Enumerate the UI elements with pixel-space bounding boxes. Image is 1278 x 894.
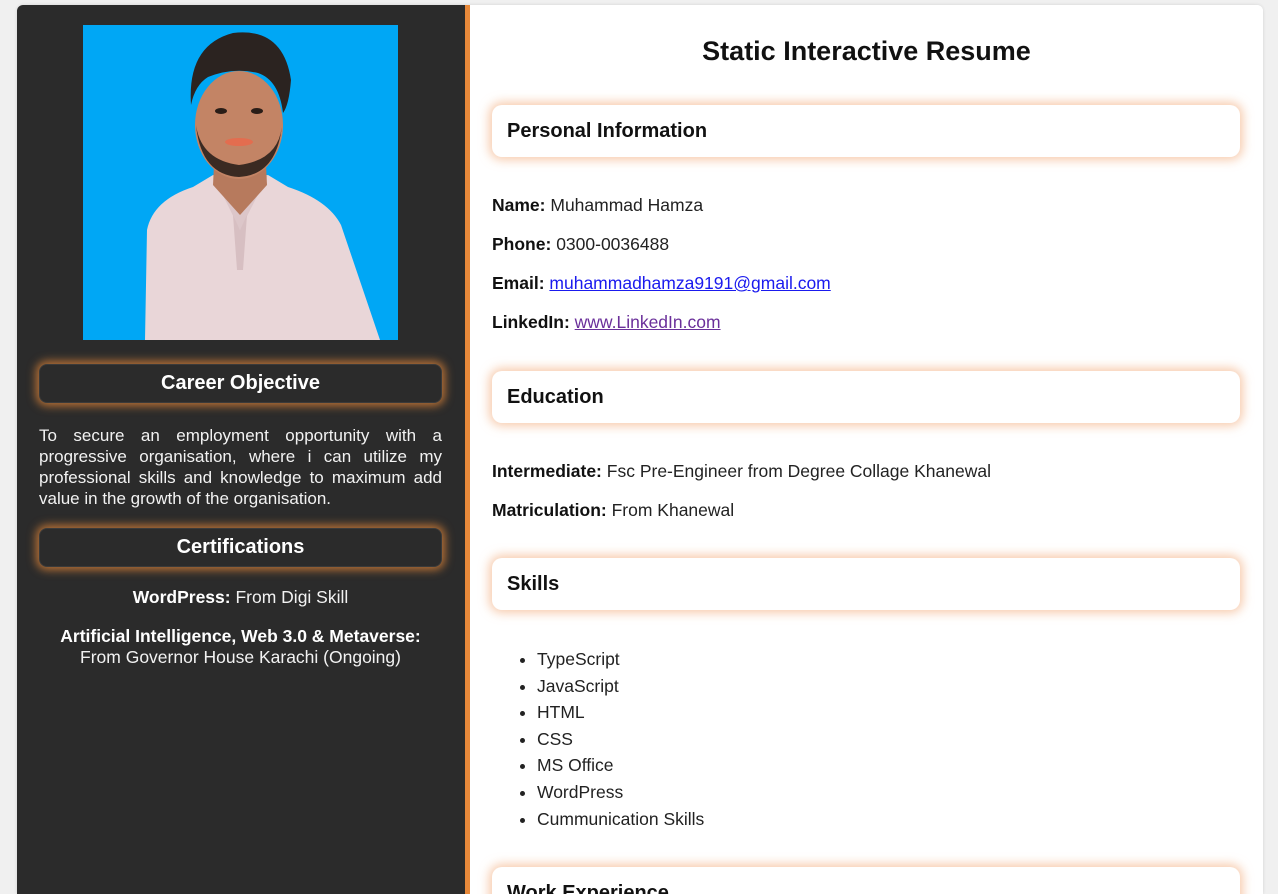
education-item: Matriculation: From Khanewal <box>492 500 734 521</box>
certification-item: WordPress: From Digi Skill <box>39 587 442 608</box>
career-objective-heading: Career Objective <box>39 364 442 403</box>
work-experience-heading: Work Experience <box>492 867 1240 894</box>
certification-value: From Governor House Karachi (Ongoing) <box>80 647 401 667</box>
certification-label: Artificial Intelligence, Web 3.0 & Metav… <box>60 626 421 646</box>
email-label: Email: <box>492 273 545 293</box>
linkedin-link[interactable]: www.LinkedIn.com <box>575 312 721 332</box>
education-label: Intermediate: <box>492 461 602 481</box>
sidebar: Career Objective To secure an employment… <box>17 5 470 894</box>
certification-item: Artificial Intelligence, Web 3.0 & Metav… <box>39 626 442 668</box>
phone-value: 0300-0036488 <box>556 234 670 254</box>
skills-heading: Skills <box>492 558 1240 610</box>
education-value: Fsc Pre-Engineer from Degree Collage Kha… <box>606 461 991 481</box>
list-item: WordPress <box>537 779 704 806</box>
phone-line: Phone: 0300-0036488 <box>492 234 669 255</box>
email-link[interactable]: muhammadhamza9191@gmail.com <box>549 273 830 293</box>
phone-label: Phone: <box>492 234 552 254</box>
certifications-heading: Certifications <box>39 528 442 567</box>
list-item: MS Office <box>537 752 704 779</box>
certifications-heading-text: Certifications <box>176 536 305 558</box>
name-label: Name: <box>492 195 546 215</box>
profile-photo <box>83 25 398 340</box>
skills-list: TypeScript JavaScript HTML CSS MS Office… <box>514 646 704 832</box>
list-item: TypeScript <box>537 646 704 673</box>
career-objective-text: To secure an employment opportunity with… <box>39 426 442 508</box>
name-value: Muhammad Hamza <box>550 195 704 215</box>
certification-value: From Digi Skill <box>235 587 349 607</box>
career-objective-heading-text: Career Objective <box>161 372 320 394</box>
list-item: Cummunication Skills <box>537 806 704 833</box>
personal-information-heading: Personal Information <box>492 105 1240 157</box>
list-item: CSS <box>537 726 704 753</box>
main-content: Static Interactive Resume Personal Infor… <box>470 5 1263 894</box>
education-item: Intermediate: Fsc Pre-Engineer from Degr… <box>492 461 991 482</box>
email-line: Email: muhammadhamza9191@gmail.com <box>492 273 831 294</box>
name-line: Name: Muhammad Hamza <box>492 195 703 216</box>
list-item: JavaScript <box>537 673 704 700</box>
education-value: From Khanewal <box>611 500 735 520</box>
linkedin-label: LinkedIn: <box>492 312 570 332</box>
linkedin-line: LinkedIn: www.LinkedIn.com <box>492 312 721 333</box>
profile-photo-image <box>83 25 398 340</box>
list-item: HTML <box>537 699 704 726</box>
resume-page: Career Objective To secure an employment… <box>17 5 1263 894</box>
education-label: Matriculation: <box>492 500 607 520</box>
certification-label: WordPress: <box>132 587 231 607</box>
education-heading: Education <box>492 371 1240 423</box>
page-title: Static Interactive Resume <box>702 36 1031 66</box>
